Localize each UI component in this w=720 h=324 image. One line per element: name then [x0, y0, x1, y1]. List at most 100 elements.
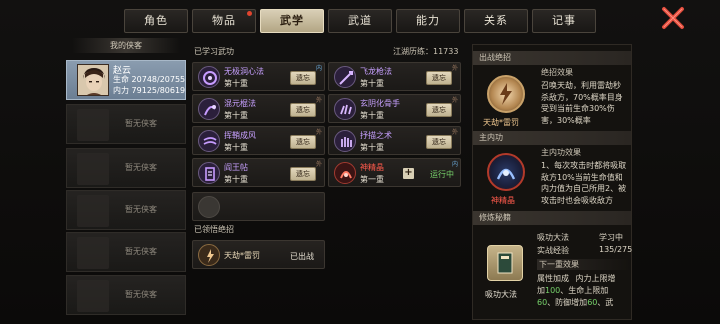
ultimate-effect-desc: 召唤天劫，利用雷劫秒杀敌方，70%概率目身受到当前生命30%伤害，30%概率 — [541, 81, 623, 125]
forget-button[interactable]: 遗忘 — [426, 103, 452, 117]
tab-label: 物品 — [212, 14, 236, 27]
forget-button[interactable]: 遗忘 — [290, 71, 316, 85]
empty-slot-icon — [198, 196, 220, 218]
skill-claw-icon — [334, 98, 356, 120]
bonus-text: 加 — [537, 286, 545, 295]
tab-ability[interactable]: 能力 — [396, 9, 460, 33]
skill-talisman-icon — [198, 162, 220, 184]
empty-slot-label: 暂无侠客 — [125, 119, 157, 128]
hero-portrait — [77, 64, 109, 96]
tab-martial-arts[interactable]: 武学 — [260, 9, 324, 33]
ultimate-status: 已出战 — [290, 252, 314, 261]
learned-skills-panel: 已学习武功 江湖历练：11733 无极洞心法 第十重 遗忘 内 飞龙枪法 第十重… — [188, 40, 466, 322]
notification-dot — [247, 11, 252, 16]
learned-title: 已学习武功 — [194, 47, 234, 56]
skill-type-tag: 外 — [451, 65, 458, 72]
exp-row: 实战经验 135/275 — [537, 245, 632, 256]
bonus-label: 属性加成 — [537, 274, 569, 283]
mp-value: 79125/80619 — [131, 86, 186, 95]
ultimate-name: 天劫*雷罚 — [224, 251, 260, 260]
tab-label: 角色 — [144, 14, 168, 27]
tab-label: 武学 — [280, 14, 304, 27]
bonus-line-1: 属性加成 内力上限增 — [537, 273, 616, 284]
exp-value: 135/275 — [599, 245, 633, 254]
bonus-line-3: 60、防御增加60、武 — [537, 297, 613, 308]
skill-card[interactable]: 飞龙枪法 第十重 遗忘 外 — [328, 62, 461, 91]
skill-level: 第一重 — [360, 175, 384, 184]
plus-icon[interactable]: + — [403, 168, 414, 179]
skill-name: 抒描之术 — [360, 131, 392, 140]
hp-value: 20748/20755 — [131, 75, 186, 84]
empty-hero-slot[interactable]: 暂无侠客 — [66, 148, 186, 188]
empty-hero-slot[interactable]: 暂无侠客 — [66, 104, 186, 144]
skill-card[interactable]: 无极洞心法 第十重 遗忘 内 — [192, 62, 325, 91]
skill-card[interactable]: 玄阴化骨手 第十重 遗忘 外 — [328, 94, 461, 123]
tab-label: 武道 — [348, 14, 372, 27]
hero-card-selected[interactable]: 赵云 生命 20748/20755 内力 79125/80619 — [66, 60, 186, 100]
tab-journal[interactable]: 记事 — [532, 9, 596, 33]
ultimate-card[interactable]: 天劫*雷罚 已出战 — [192, 240, 325, 269]
skill-type-tag: 内 — [451, 161, 458, 168]
book-status: 学习中 — [599, 233, 623, 242]
empty-slot-label: 暂无侠客 — [125, 163, 157, 172]
bonus-text: 、生命上限加 — [560, 286, 609, 295]
close-button[interactable] — [661, 6, 685, 30]
empty-slot-label: 暂无侠客 — [125, 247, 157, 256]
tab-martial-way[interactable]: 武道 — [328, 9, 392, 33]
tab-items[interactable]: 物品 — [192, 9, 256, 33]
tab-label: 关系 — [484, 14, 508, 27]
skill-type-tag: 内 — [315, 65, 322, 72]
skill-card-active[interactable]: 神精晶 第一重 + 运行中 内 — [328, 158, 461, 187]
skill-card[interactable]: 混元棍法 第十重 遗忘 外 — [192, 94, 325, 123]
forget-button[interactable]: 遗忘 — [426, 71, 452, 85]
main-inner-caption: 神精晶 — [491, 196, 515, 205]
tab-label: 记事 — [552, 14, 576, 27]
skill-name: 混元棍法 — [224, 99, 256, 108]
skill-wind-icon — [198, 130, 220, 152]
bonus-line-2: 加100、生命上限加 — [537, 285, 608, 296]
skill-name: 挥鞘成风 — [224, 131, 256, 140]
training-book-caption: 吸功大法 — [485, 290, 517, 299]
skill-card[interactable]: 挥鞘成风 第十重 遗忘 外 — [192, 126, 325, 155]
skill-level: 第十重 — [360, 143, 384, 152]
book-icon — [487, 245, 523, 281]
empty-hero-slot[interactable]: 暂无侠客 — [66, 190, 186, 230]
empty-hero-slot[interactable]: 暂无侠客 — [66, 275, 186, 315]
ultimate-caption: 天劫*雷罚 — [483, 118, 519, 127]
empty-hero-slot[interactable]: 暂无侠客 — [66, 232, 186, 272]
skill-spear-icon — [334, 66, 356, 88]
skill-level: 第十重 — [224, 79, 248, 88]
fame-value: 11733 — [433, 47, 459, 56]
game-screen: 角色 物品 武学 武道 能力 关系 记事 我的侠客 赵云 生命 20748/20… — [0, 0, 720, 324]
ultimate-thunder-icon — [198, 244, 220, 266]
skill-type-tag: 外 — [451, 129, 458, 136]
exp-label: 实战经验 — [537, 246, 569, 255]
bonus-text: 内力上限增 — [575, 274, 616, 283]
forget-button[interactable]: 遗忘 — [290, 135, 316, 149]
forget-button[interactable]: 遗忘 — [290, 167, 316, 181]
close-icon — [662, 7, 684, 29]
equipped-ultimate-header: 出战绝招 — [473, 51, 631, 65]
tab-label: 能力 — [416, 14, 440, 27]
bonus-text: 、武 — [597, 298, 614, 307]
forget-button[interactable]: 遗忘 — [290, 103, 316, 117]
tab-character[interactable]: 角色 — [124, 9, 188, 33]
bonus-value: 60 — [537, 298, 548, 307]
running-status: 运行中 — [430, 170, 454, 179]
fame-label: 江湖历练： — [393, 47, 433, 56]
fame-readout: 江湖历练：11733 — [393, 46, 458, 57]
forget-button[interactable]: 遗忘 — [426, 135, 452, 149]
skill-level: 第十重 — [360, 79, 384, 88]
tab-relations[interactable]: 关系 — [464, 9, 528, 33]
hero-mp: 内力 79125/80619 — [113, 85, 185, 96]
skill-card[interactable]: 阎王帖 第十重 遗忘 外 — [192, 158, 325, 187]
ultimate-effect-label: 绝招效果 — [541, 68, 573, 77]
hero-hp: 生命 20748/20755 — [113, 74, 185, 85]
empty-skill-slot[interactable] — [192, 192, 325, 221]
spirit-skill-icon — [487, 153, 525, 191]
skill-spirit-icon — [334, 162, 356, 184]
skill-name: 无极洞心法 — [224, 67, 264, 76]
skill-name: 阎王帖 — [224, 163, 248, 172]
skill-type-tag: 外 — [451, 97, 458, 104]
skill-card[interactable]: 抒描之术 第十重 遗忘 外 — [328, 126, 461, 155]
